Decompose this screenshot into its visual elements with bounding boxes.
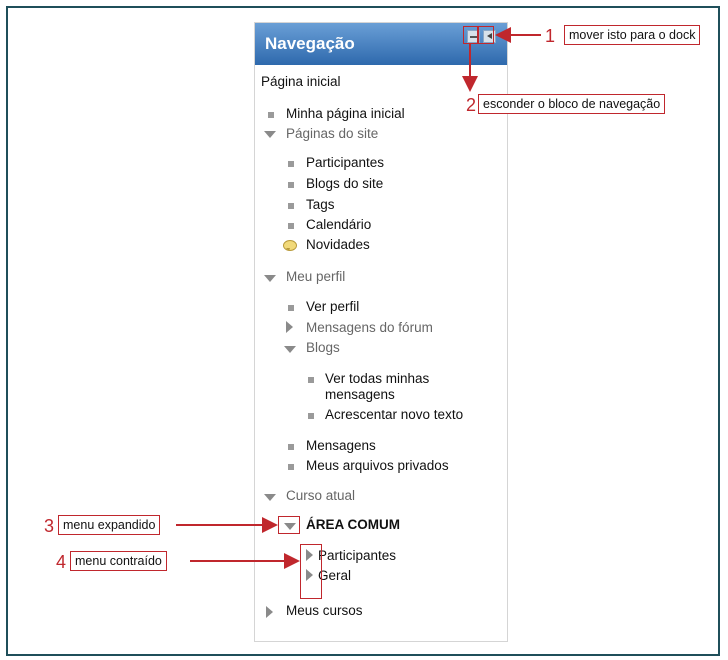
callout-number-4: 4 — [56, 552, 67, 572]
callout-number-2: 2 — [466, 95, 477, 115]
callout-number-1: 1 — [545, 26, 556, 46]
callout-hide-block: esconder o bloco de navegação — [478, 94, 666, 114]
callout-collapsed-menu: menu contraído — [70, 551, 167, 571]
callout-expanded-menu: menu expandido — [58, 515, 161, 535]
callout-dock: mover isto para o dock — [564, 25, 701, 45]
callout-number-3: 3 — [44, 516, 55, 536]
